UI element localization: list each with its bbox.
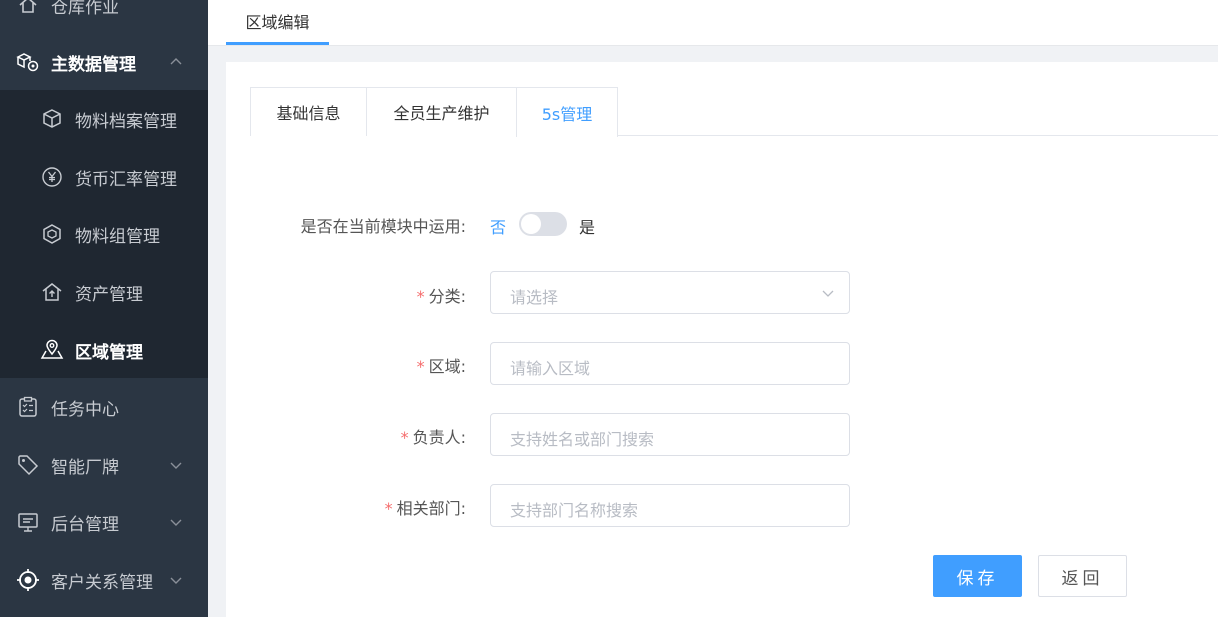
tab-area-edit[interactable]: 区域编辑 bbox=[226, 0, 329, 45]
back-button[interactable]: 返回 bbox=[1038, 555, 1127, 597]
switch-off-text: 否 bbox=[490, 218, 507, 237]
sidebar-item-label: 区域管理 bbox=[75, 342, 143, 363]
form-card: 基础信息 全员生产维护 5s管理 是否在当前模块中运用: 否 是 * 分类: 请选… bbox=[226, 62, 1218, 617]
clipboard-icon bbox=[16, 395, 40, 419]
sidebar-item-label: 客户关系管理 bbox=[51, 572, 153, 593]
required-mark: * bbox=[384, 499, 393, 518]
cube-icon bbox=[40, 107, 64, 131]
chevron-down-icon bbox=[822, 290, 834, 297]
sidebar-item-label: 仓库作业 bbox=[51, 0, 119, 18]
dept-placeholder: 支持部门名称搜索 bbox=[510, 501, 639, 520]
chevron-down-icon bbox=[170, 462, 182, 469]
category-label: * 分类: bbox=[266, 283, 466, 307]
save-button[interactable]: 保存 bbox=[933, 555, 1022, 597]
owner-placeholder: 支持姓名或部门搜索 bbox=[510, 430, 655, 449]
sidebar-item-label: 货币汇率管理 bbox=[75, 169, 177, 190]
required-mark: * bbox=[400, 428, 409, 447]
sidebar-item-smart-badge[interactable]: 智能厂牌 bbox=[0, 436, 208, 494]
hexagon-icon bbox=[40, 222, 64, 246]
category-label-text: 分类: bbox=[428, 287, 466, 306]
dept-label-text: 相关部门: bbox=[396, 499, 466, 518]
submenu-master-data: 物料档案管理 货币汇率管理 物料组管理 资产管理 区域管理 bbox=[0, 90, 208, 378]
area-label-text: 区域: bbox=[428, 357, 466, 376]
toggle-knob bbox=[521, 214, 541, 234]
owner-label: * 负责人: bbox=[266, 424, 466, 448]
sidebar: 仓库作业 主数据管理 物料档案管理 货币汇率管理 物料组管理 资产管理 区域管理… bbox=[0, 0, 208, 617]
owner-label-text: 负责人: bbox=[412, 428, 466, 447]
sidebar-item-crm[interactable]: 客户关系管理 bbox=[0, 551, 208, 609]
module-toggle[interactable] bbox=[519, 212, 567, 236]
sidebar-item-asset[interactable]: 资产管理 bbox=[0, 263, 208, 321]
tab-tpm[interactable]: 全员生产维护 bbox=[366, 87, 517, 136]
module-switch-label: 是否在当前模块中运用: bbox=[300, 217, 466, 236]
monitor-icon bbox=[16, 510, 40, 534]
house-upload-icon bbox=[40, 280, 64, 304]
area-placeholder: 请输入区域 bbox=[510, 359, 591, 378]
chevron-up-icon bbox=[170, 58, 182, 65]
chevron-down-icon bbox=[170, 577, 182, 584]
page-tab-strip: 区域编辑 bbox=[208, 0, 1218, 46]
sidebar-item-label: 物料档案管理 bbox=[75, 111, 177, 132]
area-label: * 区域: bbox=[266, 353, 466, 377]
sidebar-item-label: 任务中心 bbox=[51, 399, 119, 420]
sidebar-item-label: 资产管理 bbox=[75, 284, 143, 305]
sidebar-item-backend[interactable]: 后台管理 bbox=[0, 493, 208, 551]
tag-icon bbox=[16, 453, 40, 477]
map-pin-icon bbox=[40, 338, 64, 362]
sidebar-item-label: 智能厂牌 bbox=[51, 457, 119, 478]
boxes-icon bbox=[16, 50, 40, 74]
sidebar-item-currency-rate[interactable]: 货币汇率管理 bbox=[0, 148, 208, 206]
currency-icon bbox=[40, 165, 64, 189]
sidebar-item-master-data[interactable]: 主数据管理 bbox=[0, 33, 208, 91]
dept-input[interactable]: 支持部门名称搜索 bbox=[490, 484, 850, 527]
form-tabs: 基础信息 全员生产维护 5s管理 bbox=[250, 87, 1218, 137]
sidebar-item-material-group[interactable]: 物料组管理 bbox=[0, 205, 208, 263]
owner-input[interactable]: 支持姓名或部门搜索 bbox=[490, 413, 850, 456]
tab-5s[interactable]: 5s管理 bbox=[516, 87, 618, 137]
switch-on-text: 是 bbox=[579, 218, 596, 237]
category-placeholder: 请选择 bbox=[510, 288, 559, 307]
sidebar-item-label: 主数据管理 bbox=[51, 54, 136, 75]
sidebar-item-label: 物料组管理 bbox=[75, 226, 160, 247]
category-select[interactable]: 请选择 bbox=[490, 271, 850, 314]
tab-basic-info[interactable]: 基础信息 bbox=[250, 87, 367, 136]
sidebar-item-label: 后台管理 bbox=[51, 514, 119, 535]
area-input[interactable]: 请输入区域 bbox=[490, 342, 850, 385]
sidebar-item-warehouse[interactable]: 仓库作业 bbox=[0, 0, 208, 34]
chevron-down-icon bbox=[170, 519, 182, 526]
required-mark: * bbox=[416, 357, 425, 376]
required-mark: * bbox=[416, 287, 425, 306]
dept-label: * 相关部门: bbox=[266, 495, 466, 519]
sidebar-item-area[interactable]: 区域管理 bbox=[0, 321, 208, 379]
target-icon bbox=[16, 568, 40, 592]
sidebar-item-task-center[interactable]: 任务中心 bbox=[0, 378, 208, 436]
sidebar-item-material-archive[interactable]: 物料档案管理 bbox=[0, 90, 208, 148]
home-icon bbox=[16, 0, 40, 17]
